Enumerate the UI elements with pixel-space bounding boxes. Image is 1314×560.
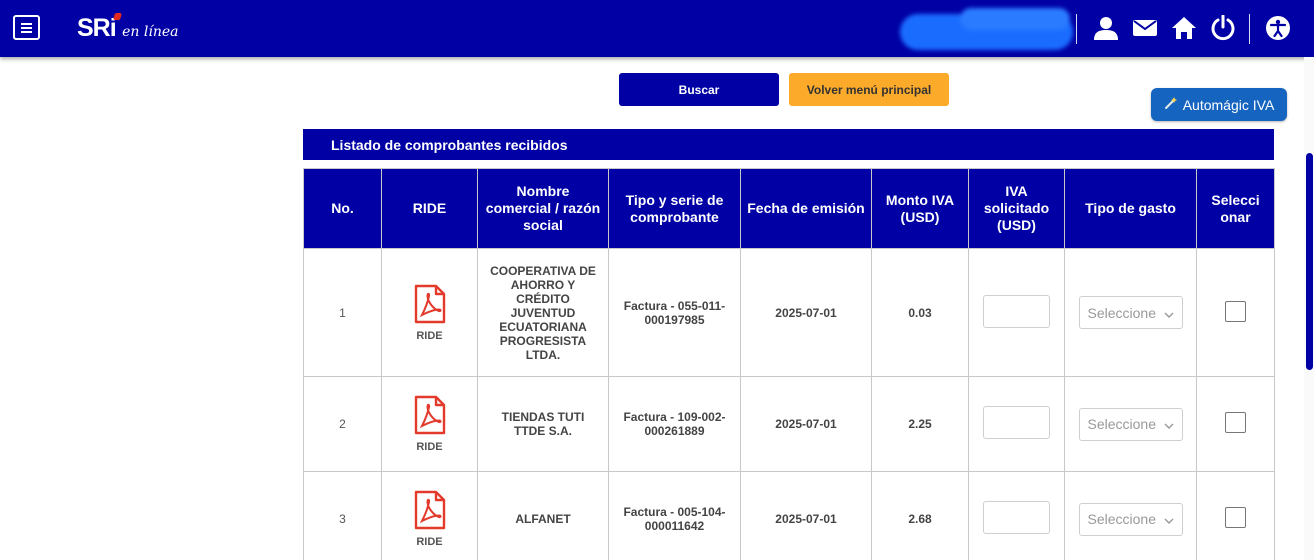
iva-requested-input[interactable] — [983, 406, 1050, 439]
logo-main-text: SRi — [77, 14, 117, 42]
pdf-icon[interactable] — [414, 395, 446, 438]
page-scrollbar-thumb[interactable] — [1306, 153, 1313, 370]
business-name: TIENDAS TUTI TTDE S.A. — [477, 376, 609, 472]
header-separator — [1076, 14, 1077, 44]
select-cell — [1196, 471, 1275, 560]
select-checkbox[interactable] — [1225, 507, 1246, 528]
business-name: ALFANET — [477, 471, 609, 560]
expense-type-select[interactable]: Seleccione — [1078, 502, 1183, 536]
chevron-down-icon — [1164, 416, 1174, 432]
issue-date: 2025-07-01 — [740, 376, 872, 472]
expense-type-cell: Seleccione — [1064, 248, 1197, 377]
automagic-iva-button[interactable]: Automágic IVA — [1151, 88, 1287, 121]
mail-icon[interactable] — [1131, 14, 1159, 42]
expense-type-placeholder: Seleccione — [1087, 511, 1157, 527]
magic-wand-icon — [1164, 96, 1178, 113]
select-checkbox[interactable] — [1225, 300, 1246, 322]
logo-sub-text: en línea — [122, 24, 179, 40]
expense-type-cell: Seleccione — [1064, 376, 1197, 472]
voucher-type: Factura - 055-011-000197985 — [608, 248, 741, 377]
row-number: 1 — [303, 248, 382, 377]
automagic-iva-label: Automágic IVA — [1182, 96, 1275, 113]
list-title: Listado de comprobantes recibidos — [303, 129, 1274, 160]
row-number: 2 — [303, 376, 382, 472]
ride-label[interactable]: RIDE — [416, 536, 442, 548]
accessibility-icon[interactable] — [1264, 14, 1292, 42]
top-navbar: SRi en línea — [0, 0, 1314, 57]
menu-icon[interactable] — [13, 15, 40, 40]
logo-dot — [113, 13, 122, 20]
search-button[interactable]: Buscar — [619, 73, 779, 106]
redacted-username — [900, 8, 1073, 50]
vouchers-table: No. RIDE Nombre comercial / razón social… — [303, 168, 1275, 560]
header-separator — [1249, 14, 1250, 44]
iva-amount: 2.25 — [871, 376, 969, 472]
pdf-icon[interactable] — [414, 284, 446, 327]
iva-requested-cell — [968, 471, 1065, 560]
select-checkbox[interactable] — [1225, 412, 1246, 433]
expense-type-placeholder: Seleccione — [1087, 304, 1157, 321]
row-number: 3 — [303, 471, 382, 560]
expense-type-cell: Seleccione — [1064, 471, 1197, 560]
col-header-tipo: Tipo y serie de comprobante — [608, 168, 741, 249]
table-header-row: No. RIDE Nombre comercial / razón social… — [303, 168, 1275, 249]
sri-logo[interactable]: SRi en línea — [77, 13, 179, 44]
col-header-seleccionar: Selecci onar — [1196, 168, 1275, 249]
pdf-icon[interactable] — [414, 490, 446, 533]
expense-type-select[interactable]: Seleccione — [1078, 407, 1183, 441]
voucher-type: Factura - 109-002-000261889 — [608, 376, 741, 472]
chevron-down-icon — [1164, 511, 1174, 527]
ride-cell[interactable]: RIDE — [381, 376, 478, 472]
back-to-main-menu-button[interactable]: Volver menú principal — [789, 73, 949, 106]
expense-type-placeholder: Seleccione — [1087, 416, 1157, 432]
col-header-gasto: Tipo de gasto — [1064, 168, 1197, 249]
table-row: 1 RIDE COOPERATIVA DE AHORRO Y CRÉDITO J… — [303, 248, 1275, 377]
col-header-monto: Monto IVA (USD) — [871, 168, 969, 249]
col-header-no: No. — [303, 168, 382, 249]
select-cell — [1196, 376, 1275, 472]
business-name: COOPERATIVA DE AHORRO Y CRÉDITO JUVENTUD… — [477, 248, 609, 377]
user-icon[interactable] — [1092, 14, 1120, 42]
iva-requested-cell — [968, 376, 1065, 472]
select-cell — [1196, 248, 1275, 377]
col-header-ride: RIDE — [381, 168, 478, 249]
iva-requested-input[interactable] — [983, 294, 1050, 328]
table-row: 3 RIDE ALFANET Factura - 005-104-0000116… — [303, 471, 1275, 560]
iva-amount: 2.68 — [871, 471, 969, 560]
col-header-nombre: Nombre comercial / razón social — [477, 168, 609, 249]
voucher-type: Factura - 005-104-000011642 — [608, 471, 741, 560]
chevron-down-icon — [1164, 305, 1174, 321]
table-row: 2 RIDE TIENDAS TUTI TTDE S.A. Factura - … — [303, 376, 1275, 472]
issue-date: 2025-07-01 — [740, 248, 872, 377]
ride-cell[interactable]: RIDE — [381, 248, 478, 377]
col-header-fecha: Fecha de emisión — [740, 168, 872, 249]
ride-label[interactable]: RIDE — [416, 441, 442, 453]
ride-label[interactable]: RIDE — [416, 330, 442, 342]
issue-date: 2025-07-01 — [740, 471, 872, 560]
iva-requested-cell — [968, 248, 1065, 377]
power-icon[interactable] — [1209, 14, 1237, 42]
home-icon[interactable] — [1170, 14, 1198, 42]
ride-cell[interactable]: RIDE — [381, 471, 478, 560]
col-header-solicitado: IVA solicitado (USD) — [968, 168, 1065, 249]
iva-amount: 0.03 — [871, 248, 969, 377]
iva-requested-input[interactable] — [983, 501, 1050, 534]
expense-type-select[interactable]: Seleccione — [1078, 296, 1183, 329]
